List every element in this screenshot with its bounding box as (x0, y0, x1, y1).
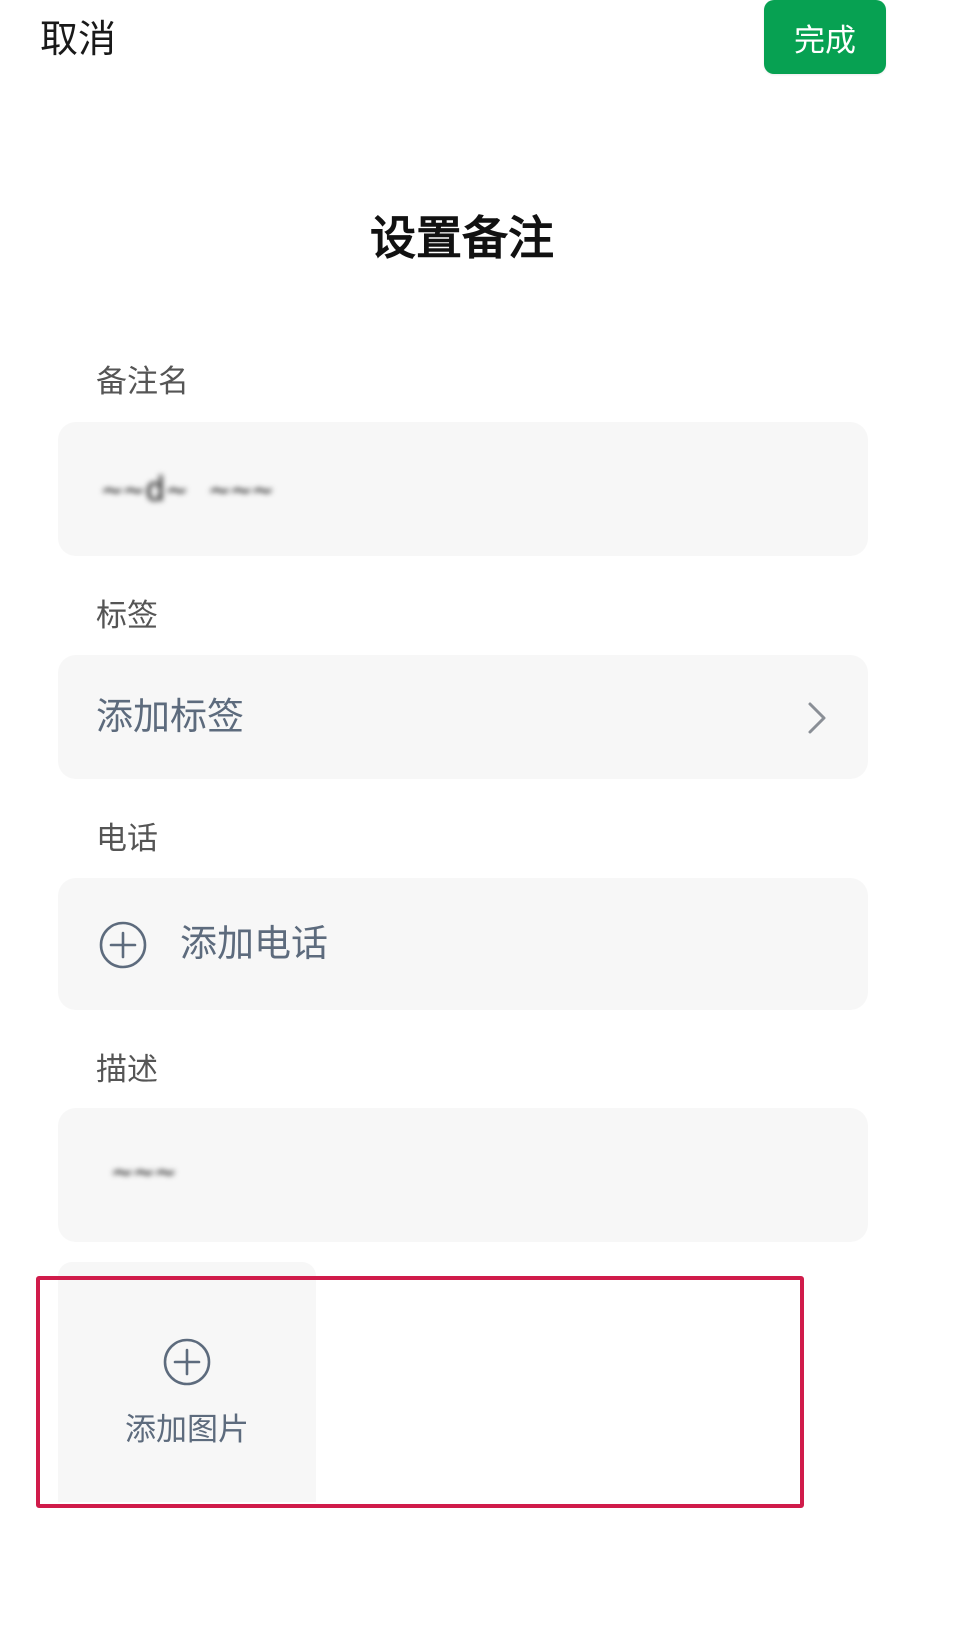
remark-label: 备注名 (96, 364, 189, 400)
description-value: ~~~ (112, 1152, 177, 1192)
plus-circle-icon (163, 1338, 211, 1386)
add-photo-label: 添加图片 (125, 1412, 249, 1448)
tags-label: 标签 (96, 598, 158, 634)
done-button[interactable]: 完成 (764, 0, 886, 74)
cancel-button[interactable]: 取消 (40, 14, 116, 64)
plus-circle-icon (99, 921, 147, 969)
chevron-right-icon (808, 702, 826, 734)
page-title: 设置备注 (370, 211, 554, 265)
description-label: 描述 (96, 1052, 158, 1088)
add-tag-label: 添加标签 (96, 695, 244, 738)
description-input[interactable] (58, 1108, 868, 1242)
add-phone-label: 添加电话 (180, 922, 328, 965)
remark-name-value: ~~d~ ~~~ (102, 470, 274, 510)
phone-label: 电话 (96, 821, 158, 857)
